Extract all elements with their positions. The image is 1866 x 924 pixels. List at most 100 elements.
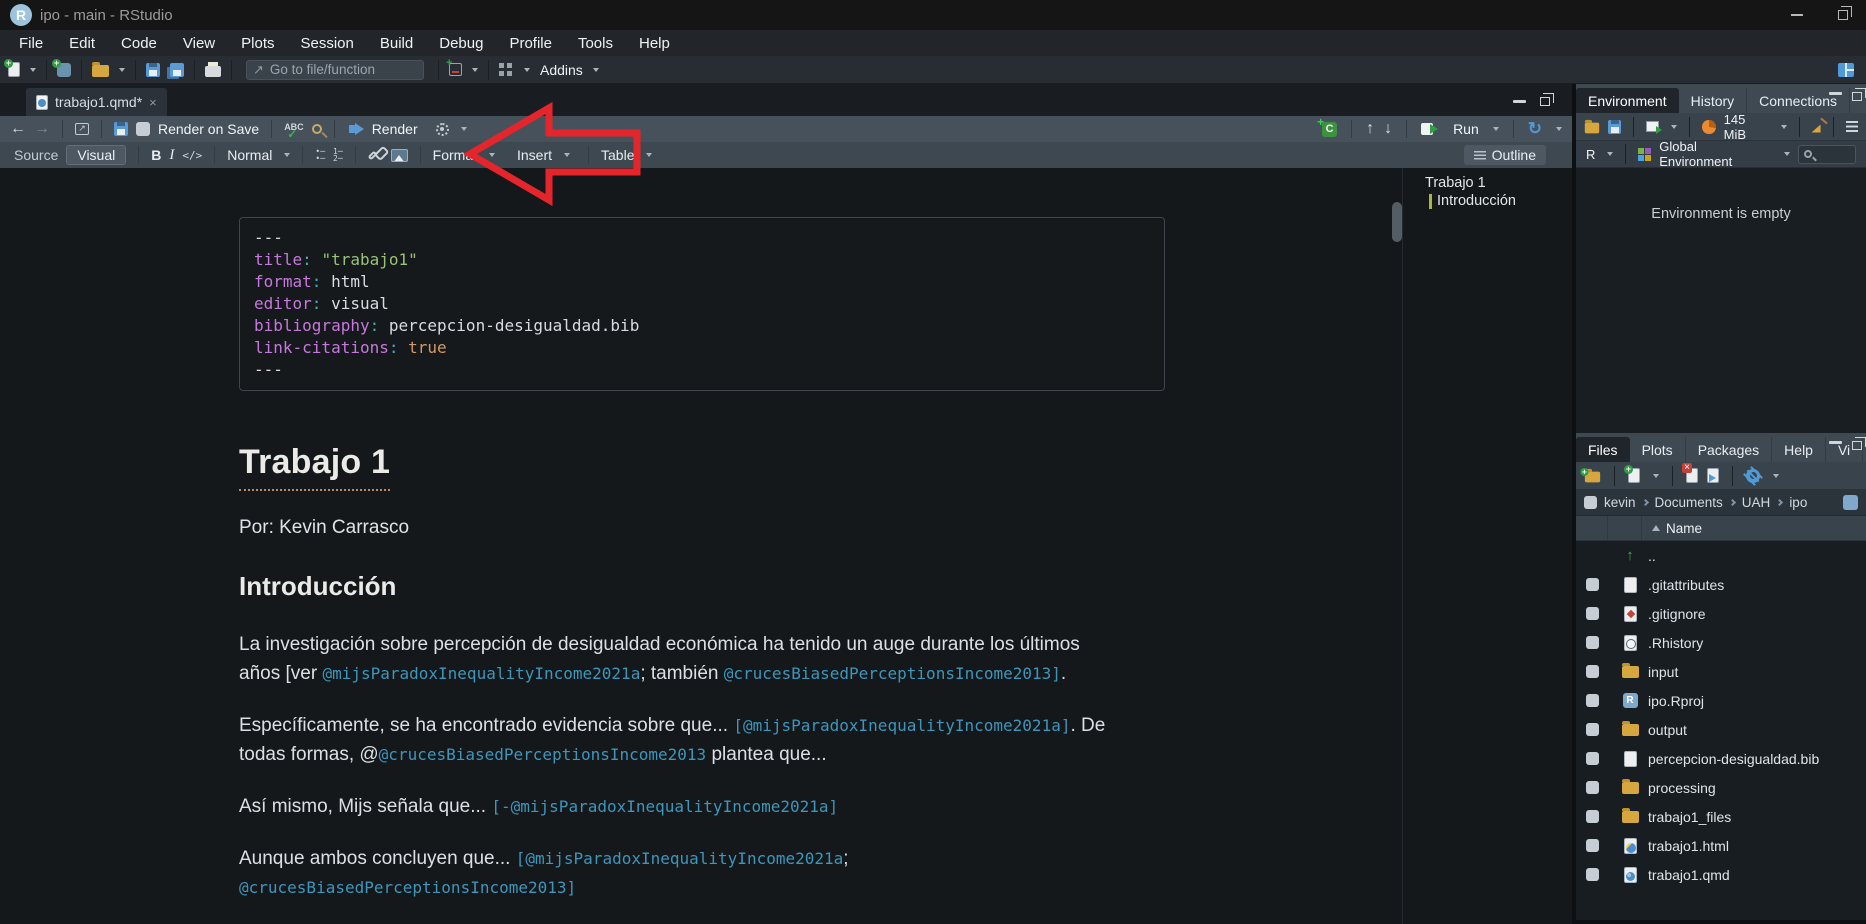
open-file-icon[interactable] [92,65,109,77]
new-blank-file-caret[interactable] [1653,474,1659,478]
citation[interactable]: [-@mijsParadoxInequalityIncome2021a] [491,797,838,816]
file-checkbox[interactable] [1586,636,1599,649]
file-row[interactable]: trabajo1_files [1576,802,1866,831]
file-checkbox[interactable] [1586,839,1599,852]
render-on-save-checkbox[interactable] [136,122,150,136]
code-icon[interactable]: </> [182,149,202,162]
breadcrumb-item[interactable]: kevin [1604,495,1636,510]
file-checkbox[interactable] [1586,781,1599,794]
pane-tab[interactable]: Environment [1576,88,1679,113]
new-folder-icon[interactable] [1585,472,1600,483]
rename-file-icon[interactable] [1707,468,1719,483]
file-name[interactable]: trabajo1.html [1648,838,1729,854]
file-name[interactable]: .Rhistory [1648,635,1703,651]
rerun-icon[interactable]: ↻ [1528,122,1542,136]
citation[interactable]: [@mijsParadoxInequalityIncome2021a] [733,716,1070,735]
file-name[interactable]: .. [1648,548,1656,564]
restore-window-button[interactable] [1820,0,1866,30]
citation[interactable]: @crucesBiasedPerceptionsIncome2013 [379,745,707,764]
new-file-dropdown-caret[interactable] [30,68,36,72]
environment-view-mode-icon[interactable] [1846,121,1858,132]
insert-menu[interactable]: Insert [517,147,552,163]
file-row[interactable]: .gitattributes [1576,570,1866,599]
citation[interactable]: [@mijsParadoxInequalityIncome2021a [516,849,844,868]
file-name[interactable]: input [1648,664,1678,680]
file-row[interactable]: percepcion-desigualdad.bib [1576,744,1866,773]
file-name[interactable]: .gitignore [1648,606,1706,622]
workspace-panes-icon[interactable] [499,63,512,76]
file-row[interactable]: .Rhistory [1576,628,1866,657]
paragraph-style-caret[interactable] [284,153,290,157]
pane-tab[interactable]: Packages [1686,437,1772,462]
italic-icon[interactable]: I [169,147,174,164]
menu-item[interactable]: Debug [426,30,496,56]
find-replace-icon[interactable] [312,124,322,134]
menu-item[interactable]: Help [626,30,683,56]
file-row[interactable]: input [1576,657,1866,686]
render-options-gear-icon[interactable] [436,123,449,136]
import-dataset-icon[interactable] [1646,121,1659,132]
goto-file-function-box[interactable]: ↗ Go to file/function [246,60,424,80]
render-icon[interactable] [355,123,364,135]
menu-item[interactable]: Code [108,30,170,56]
bold-icon[interactable]: B [151,147,161,163]
addins-caret[interactable] [593,68,599,72]
menu-item[interactable]: Build [367,30,426,56]
citation[interactable]: @crucesBiasedPerceptionsIncome2013] [239,878,576,897]
clear-environment-broom-icon[interactable] [1812,120,1825,134]
file-name[interactable]: processing [1648,780,1716,796]
spellcheck-icon[interactable]: ABC [284,123,304,132]
open-in-new-window-icon[interactable]: ↗ [75,123,89,135]
import-dataset-caret[interactable] [1671,125,1677,129]
breadcrumb-item[interactable]: UAH [1742,495,1771,510]
back-icon[interactable]: ← [10,120,26,138]
file-name[interactable]: ipo.Rproj [1648,693,1704,709]
environment-search-box[interactable] [1798,145,1856,164]
go-to-previous-chunk-icon[interactable]: ↑ [1366,120,1374,138]
save-icon[interactable] [146,63,160,77]
yaml-front-matter-block[interactable]: ---title: "trabajo1"format: htmleditor: … [239,217,1165,391]
memory-usage-caret[interactable] [1781,125,1787,129]
sort-ascending-icon[interactable] [1652,525,1660,531]
run-button[interactable]: Run [1453,121,1479,137]
workspace-panes-caret[interactable] [524,68,530,72]
environment-scope-caret[interactable] [1784,152,1790,156]
open-file-dropdown-caret[interactable] [119,68,125,72]
file-row[interactable]: ipo.Rproj [1576,686,1866,715]
new-project-icon[interactable] [57,63,71,77]
menu-item[interactable]: Tools [565,30,626,56]
run-caret[interactable] [1493,127,1499,131]
file-row[interactable]: .gitignore [1576,599,1866,628]
minimize-pane-icon[interactable] [1829,441,1842,444]
link-icon[interactable] [367,150,377,160]
go-to-next-chunk-icon[interactable]: ↓ [1384,120,1392,138]
document-editing-area[interactable]: ---title: "trabajo1"format: htmleditor: … [0,168,1390,924]
language-selector-caret[interactable] [1607,152,1613,156]
breadcrumb-item[interactable]: ipo [1789,495,1807,510]
rerun-caret[interactable] [1556,127,1562,131]
new-blank-file-icon[interactable] [1628,468,1640,483]
name-column-header[interactable]: Name [1666,521,1702,536]
file-name[interactable]: trabajo1_files [1648,809,1731,825]
render-options-caret[interactable] [461,127,467,131]
version-control-icon[interactable] [449,63,462,76]
format-menu[interactable]: Format [433,147,477,163]
file-row[interactable]: trabajo1.qmd [1576,860,1866,889]
file-checkbox[interactable] [1586,810,1599,823]
menu-item[interactable]: Profile [496,30,565,56]
editor-tab-trabajo1[interactable]: trabajo1.qmd* × [26,88,167,116]
maximize-pane-icon[interactable] [1540,97,1550,106]
file-name[interactable]: output [1648,722,1687,738]
pane-tab[interactable]: History [1679,88,1748,113]
language-selector[interactable]: R [1586,147,1595,162]
file-row[interactable]: processing [1576,773,1866,802]
pane-tab[interactable]: Plots [1630,437,1686,462]
menu-item[interactable]: Edit [56,30,108,56]
file-checkbox[interactable] [1586,578,1599,591]
breadcrumb-item[interactable]: Documents [1655,495,1723,510]
select-all-checkbox[interactable] [1584,496,1597,509]
delete-file-icon[interactable] [1686,468,1698,483]
menu-item[interactable]: Plots [228,30,287,56]
minimize-pane-icon[interactable] [1513,100,1526,103]
editor-scrollbar-thumb[interactable] [1392,202,1402,242]
